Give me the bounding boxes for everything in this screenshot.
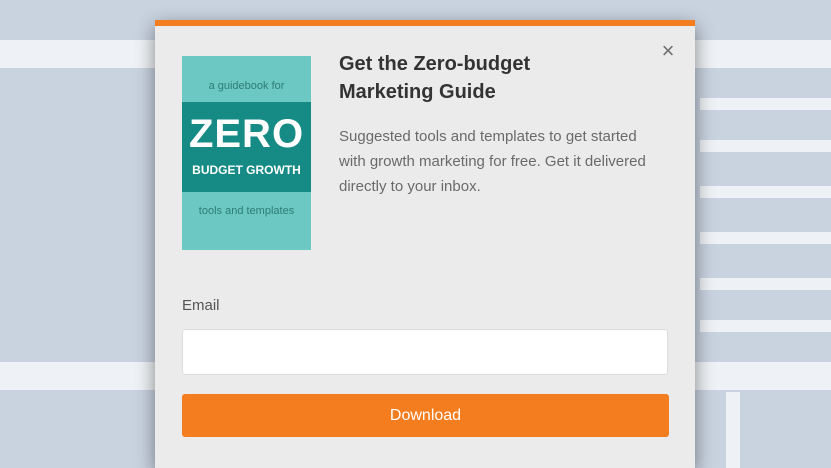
email-input[interactable] — [182, 329, 668, 375]
close-icon: × — [661, 38, 675, 63]
background-stripe — [700, 186, 831, 198]
book-big-title: ZERO — [188, 112, 305, 156]
modal-description: Suggested tools and templates to get sta… — [339, 128, 646, 195]
background-stripe — [700, 320, 831, 332]
background-stripe — [700, 98, 831, 110]
book-bottom-text: tools and templates — [198, 205, 295, 217]
background-column — [726, 392, 740, 468]
close-button[interactable]: × — [657, 40, 679, 62]
email-label: Email — [182, 297, 220, 314]
background-stripe — [700, 278, 831, 290]
modal-accent-bar — [155, 20, 695, 26]
guidebook-cover: a guidebook for ZERO BUDGET GROWTH tools… — [182, 56, 311, 250]
background-stripe — [700, 140, 831, 152]
book-top-text: a guidebook for — [208, 80, 285, 92]
background-stripe — [700, 232, 831, 244]
book-title-band: ZERO BUDGET GROWTH — [182, 102, 311, 192]
modal-title: Get the Zero-budget Marketing Guide — [339, 53, 531, 103]
download-button[interactable]: Download — [182, 394, 669, 437]
book-subtitle: BUDGET GROWTH — [192, 163, 301, 177]
signup-modal: × a guidebook for ZERO BUDGET GROWTH too… — [155, 20, 695, 468]
